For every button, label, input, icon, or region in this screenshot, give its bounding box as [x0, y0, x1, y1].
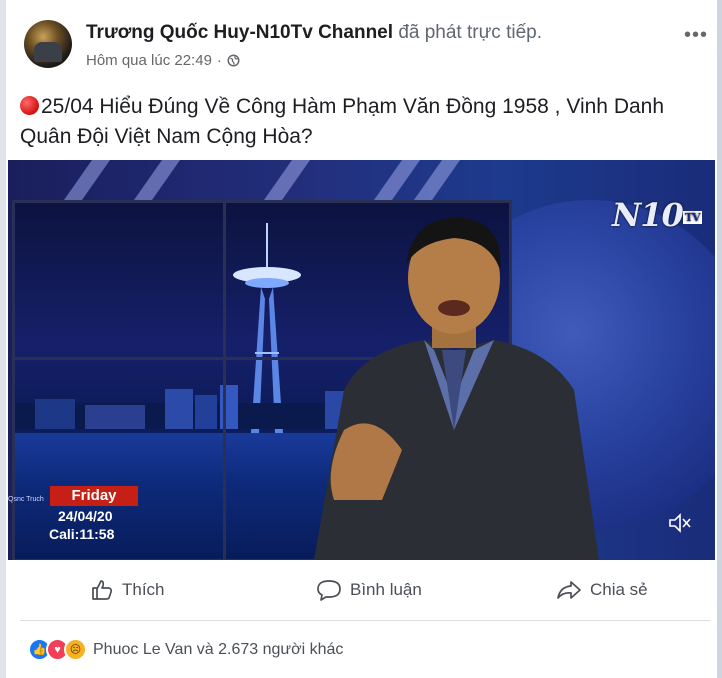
like-label: Thích — [122, 580, 165, 599]
comment-button[interactable]: Bình luận — [316, 578, 422, 602]
meta-separator: · — [216, 52, 222, 69]
live-video-player[interactable]: N10 TV Qsnc Truch Friday 24/04/20 Cali:11… — [8, 160, 715, 560]
post-card: Trương Quốc Huy-N10Tv Channel đã phát tr… — [6, 0, 717, 678]
presenter-figure — [314, 217, 599, 560]
day-badge: Friday — [50, 486, 138, 506]
reactions-summary[interactable]: 👍 ♥ ☹ Phuoc Le Van và 2.673 người khác — [28, 638, 343, 661]
channel-logo-text: N10 — [612, 196, 684, 234]
screen-divider-vertical — [223, 203, 226, 559]
comment-bubble-icon — [317, 580, 341, 601]
author-name[interactable]: Trương Quốc Huy-N10Tv Channel — [86, 22, 393, 43]
section-divider — [20, 620, 710, 621]
screen-edge — [717, 0, 722, 678]
share-label: Chia sẻ — [590, 580, 648, 599]
ticker-date: 24/04/20 — [58, 508, 113, 524]
share-button[interactable]: Chia sẻ — [556, 578, 648, 602]
post-action-text: đã phát trực tiếp. — [398, 22, 542, 43]
reactions-text: Phuoc Le Van và 2.673 người khác — [93, 640, 344, 658]
thumbs-up-icon — [92, 580, 113, 600]
like-button[interactable]: Thích — [90, 578, 165, 602]
post-meta: Hôm qua lúc 22:49 · — [86, 52, 240, 69]
avatar[interactable] — [24, 20, 72, 68]
more-options-icon[interactable]: ••• — [684, 24, 708, 47]
sad-icon: ☹ — [64, 638, 87, 661]
channel-logo: N10 TV — [612, 196, 702, 234]
share-arrow-icon — [557, 581, 581, 599]
speaker-muted-icon[interactable] — [668, 512, 692, 534]
comment-label: Bình luận — [350, 580, 422, 599]
ticker-time: Cali:11:58 — [49, 526, 115, 542]
ticker-brand: Qsnc Truch — [8, 496, 44, 503]
post-timestamp[interactable]: Hôm qua lúc 22:49 — [86, 52, 212, 69]
globe-icon[interactable] — [227, 54, 240, 67]
channel-logo-tag: TV — [682, 211, 702, 224]
post-header: Trương Quốc Huy-N10Tv Channel đã phát tr… — [20, 18, 710, 78]
post-message: 25/04 Hiểu Đúng Về Công Hàm Phạm Văn Đồn… — [20, 92, 710, 152]
date-time-ticker: Qsnc Truch Friday 24/04/20 Cali:11:58 — [8, 486, 143, 546]
post-author-line: Trương Quốc Huy-N10Tv Channel đã phát tr… — [86, 22, 542, 44]
post-actions-bar: Thích Bình luận Chia sẻ — [6, 570, 717, 616]
post-message-text: 25/04 Hiểu Đúng Về Công Hàm Phạm Văn Đồn… — [20, 95, 665, 148]
live-red-dot-icon — [20, 96, 39, 115]
